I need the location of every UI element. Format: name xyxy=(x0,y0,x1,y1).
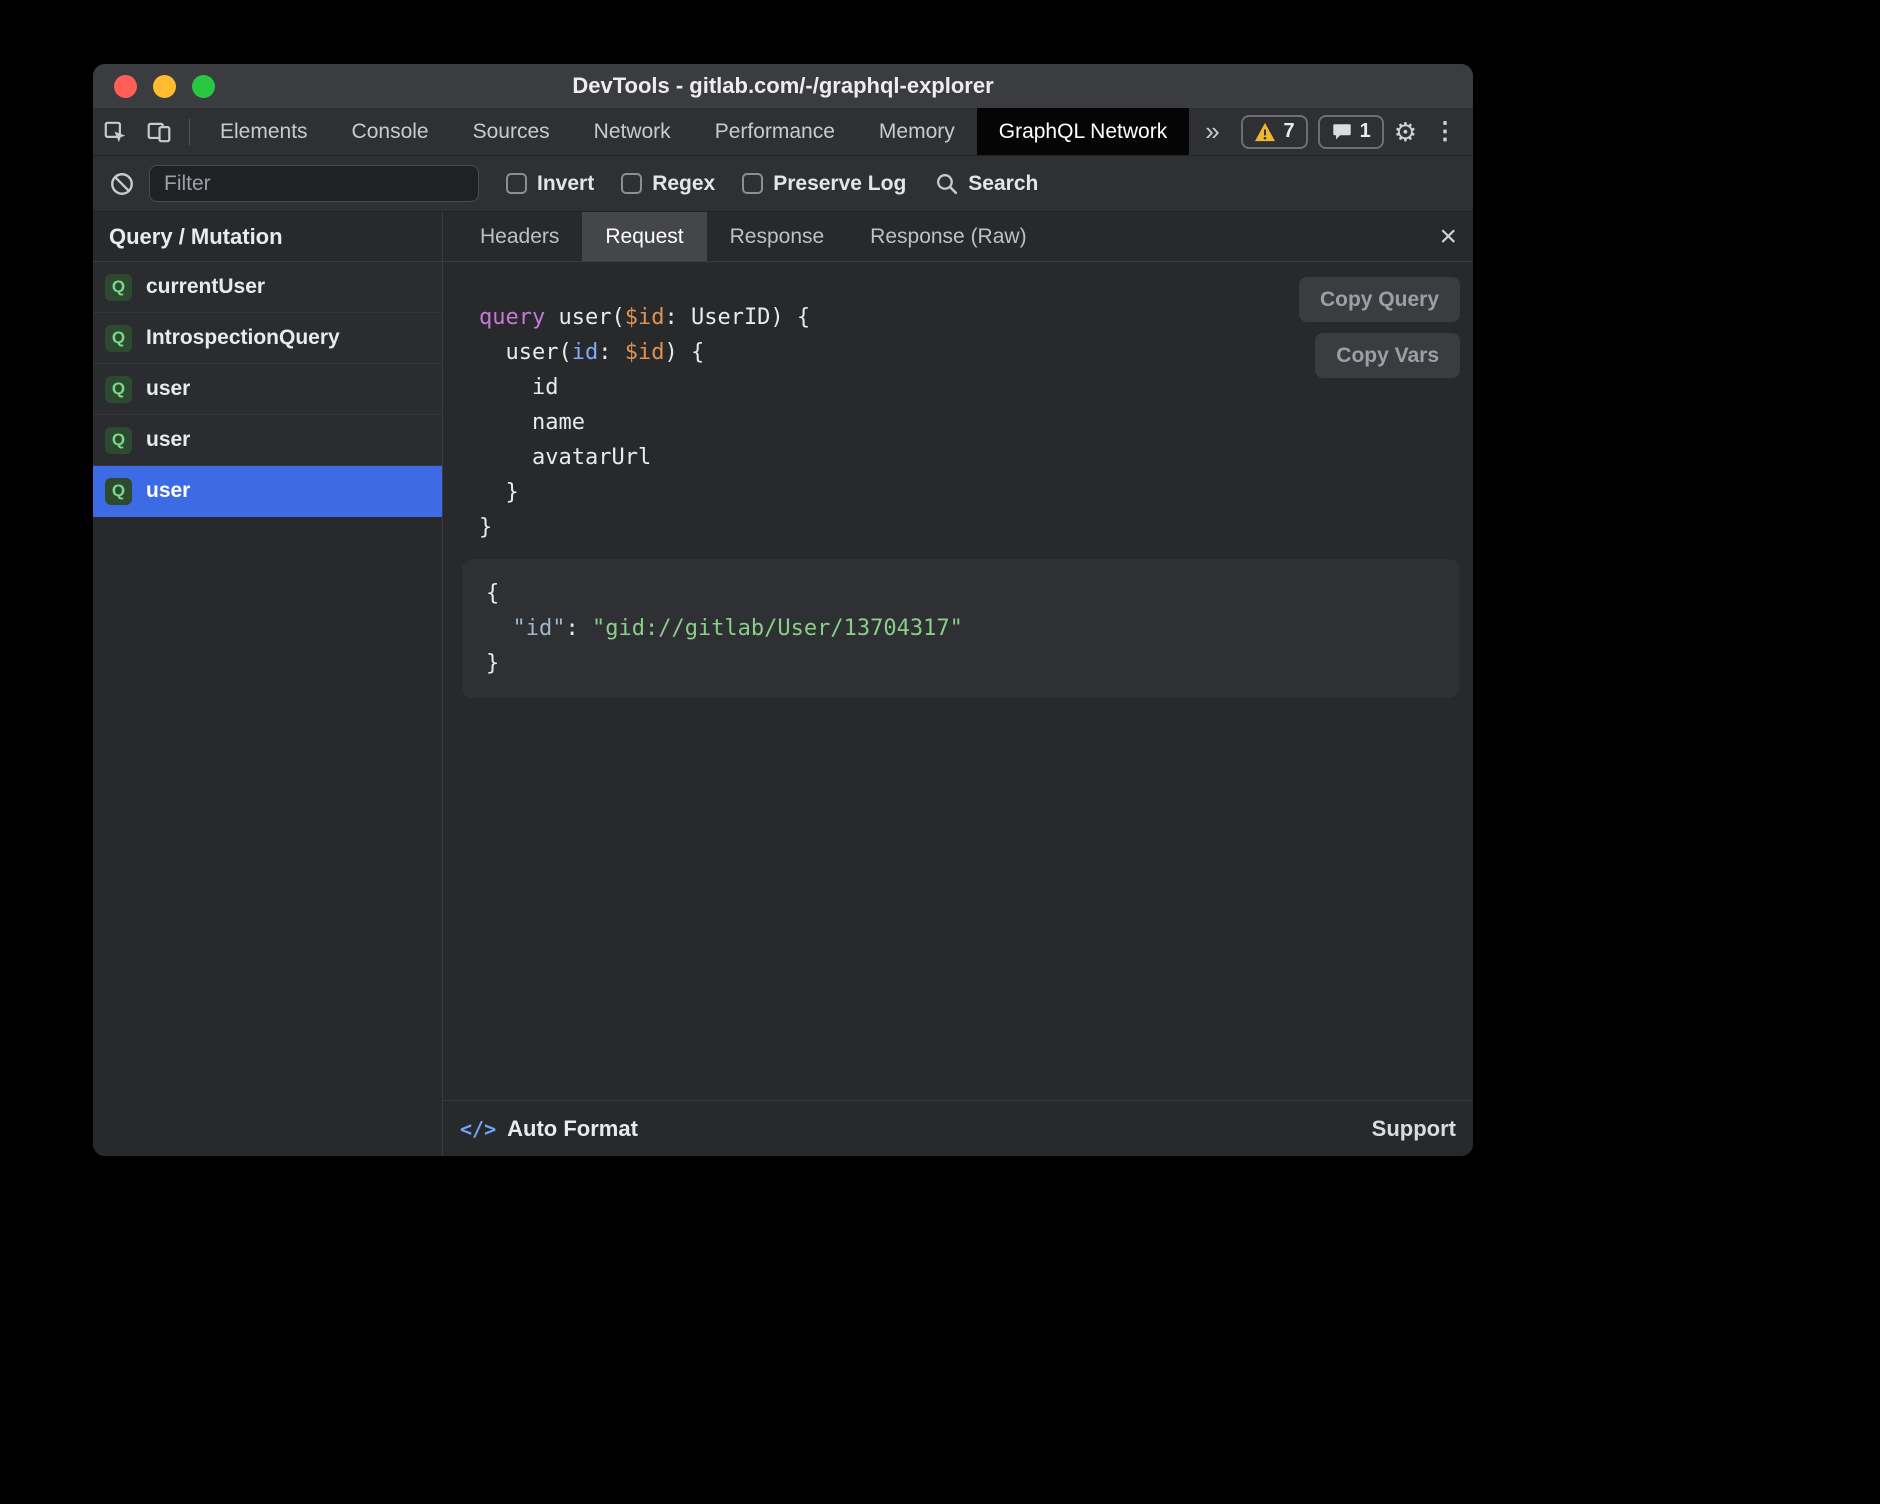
devtools-window: DevTools - gitlab.com/-/graphql-explorer… xyxy=(93,64,1473,1156)
query-variables-box: { "id": "gid://gitlab/User/13704317"} xyxy=(462,559,1459,698)
code-brackets-icon: </> xyxy=(460,1117,496,1141)
tab-response-raw[interactable]: Response (Raw) xyxy=(847,212,1049,261)
minimize-window-button[interactable] xyxy=(153,75,176,98)
tab-request[interactable]: Request xyxy=(582,212,706,261)
zoom-window-button[interactable] xyxy=(192,75,215,98)
copy-query-button[interactable]: Copy Query xyxy=(1299,277,1460,322)
request-content: Copy Query Copy Vars query user($id: Use… xyxy=(443,262,1473,1100)
search-icon xyxy=(934,171,959,196)
clear-log-icon[interactable] xyxy=(109,171,135,197)
issues-badge[interactable]: 1 xyxy=(1318,115,1384,149)
copy-vars-button[interactable]: Copy Vars xyxy=(1315,333,1460,378)
regex-checkbox-box xyxy=(621,173,642,194)
query-type-badge: Q xyxy=(105,376,132,403)
close-window-button[interactable] xyxy=(114,75,137,98)
detail-footer: </> Auto Format Support xyxy=(443,1100,1473,1156)
query-variables-code: { "id": "gid://gitlab/User/13704317"} xyxy=(486,576,1435,681)
tab-graphql-network[interactable]: GraphQL Network xyxy=(977,108,1189,155)
auto-format-label: Auto Format xyxy=(507,1116,638,1142)
filter-toolbar: Invert Regex Preserve Log Search xyxy=(93,156,1473,212)
sidebar-item-user-1[interactable]: Q user xyxy=(93,364,442,415)
invert-checkbox-box xyxy=(506,173,527,194)
invert-checkbox-label: Invert xyxy=(537,172,594,196)
sidebar-item-introspectionquery[interactable]: Q IntrospectionQuery xyxy=(93,313,442,364)
kebab-menu-icon[interactable]: ⋮ xyxy=(1427,120,1457,144)
settings-gear-icon[interactable]: ⚙ xyxy=(1394,119,1417,145)
device-toolbar-icon[interactable] xyxy=(137,108,181,155)
toolbar-divider xyxy=(189,119,190,145)
sidebar-item-user-2[interactable]: Q user xyxy=(93,415,442,466)
tab-console[interactable]: Console xyxy=(330,108,451,155)
filter-input[interactable] xyxy=(149,165,479,202)
inspect-element-icon[interactable] xyxy=(93,108,137,155)
preserve-log-checkbox-label: Preserve Log xyxy=(773,172,906,196)
tab-network[interactable]: Network xyxy=(572,108,693,155)
sidebar-item-currentuser[interactable]: Q currentUser xyxy=(93,262,442,313)
sidebar-item-user-3[interactable]: Q user xyxy=(93,466,442,517)
traffic-lights xyxy=(114,64,215,108)
detail-tab-bar: Headers Request Response Response (Raw) … xyxy=(443,212,1473,262)
regex-checkbox-label: Regex xyxy=(652,172,715,196)
query-item-label: IntrospectionQuery xyxy=(146,326,340,350)
warning-count: 7 xyxy=(1283,120,1294,143)
preserve-log-checkbox[interactable]: Preserve Log xyxy=(742,172,906,196)
main-split: Query / Mutation Q currentUser Q Introsp… xyxy=(93,212,1473,1156)
query-item-label: user xyxy=(146,479,190,503)
support-link[interactable]: Support xyxy=(1372,1116,1456,1142)
warning-icon xyxy=(1254,122,1276,142)
window-title: DevTools - gitlab.com/-/graphql-explorer xyxy=(572,73,993,99)
tab-elements[interactable]: Elements xyxy=(198,108,330,155)
more-tabs-icon[interactable]: » xyxy=(1189,108,1235,155)
tab-response[interactable]: Response xyxy=(707,212,848,261)
issues-icon xyxy=(1331,121,1353,143)
auto-format-button[interactable]: </> Auto Format xyxy=(460,1116,638,1142)
search-label: Search xyxy=(968,172,1038,196)
query-type-badge: Q xyxy=(105,274,132,301)
preserve-log-checkbox-box xyxy=(742,173,763,194)
request-detail-panel: Headers Request Response Response (Raw) … xyxy=(443,212,1473,1156)
query-list-header: Query / Mutation xyxy=(93,212,442,262)
tab-performance[interactable]: Performance xyxy=(693,108,857,155)
tab-headers[interactable]: Headers xyxy=(457,212,582,261)
invert-checkbox[interactable]: Invert xyxy=(506,172,594,196)
tab-sources[interactable]: Sources xyxy=(451,108,572,155)
regex-checkbox[interactable]: Regex xyxy=(621,172,715,196)
query-type-badge: Q xyxy=(105,478,132,505)
title-bar: DevTools - gitlab.com/-/graphql-explorer xyxy=(93,64,1473,108)
query-list-panel: Query / Mutation Q currentUser Q Introsp… xyxy=(93,212,443,1156)
issues-count: 1 xyxy=(1360,120,1371,143)
warnings-badge[interactable]: 7 xyxy=(1241,115,1307,149)
query-item-label: user xyxy=(146,428,190,452)
query-type-badge: Q xyxy=(105,427,132,454)
devtools-tab-bar: Elements Console Sources Network Perform… xyxy=(93,108,1473,156)
query-type-badge: Q xyxy=(105,325,132,352)
close-detail-icon[interactable]: × xyxy=(1439,212,1457,261)
tab-memory[interactable]: Memory xyxy=(857,108,977,155)
query-item-label: user xyxy=(146,377,190,401)
search-toggle[interactable]: Search xyxy=(934,171,1038,196)
query-item-label: currentUser xyxy=(146,275,265,299)
